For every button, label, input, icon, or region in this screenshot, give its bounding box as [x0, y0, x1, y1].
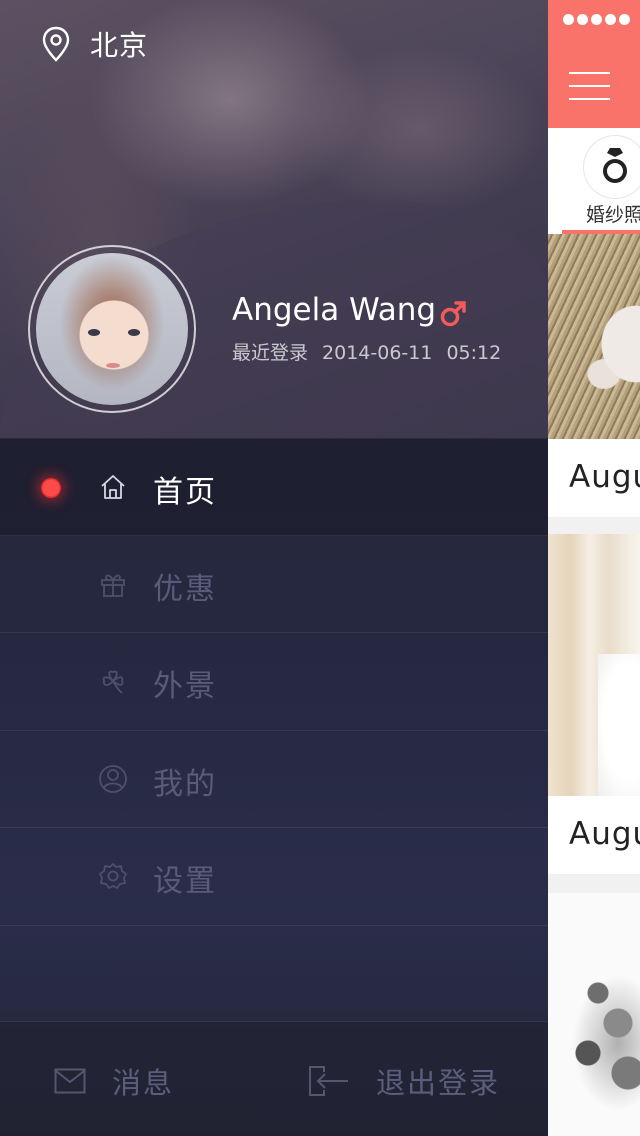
avatar-photo: [36, 253, 188, 405]
logout-label: 退出登录: [376, 1066, 501, 1100]
card-image[interactable]: [548, 893, 640, 1136]
category-tabs: 婚纱照: [548, 128, 640, 234]
avatar[interactable]: [28, 245, 196, 413]
last-login-date: 2014-06-11: [322, 342, 433, 364]
card-title[interactable]: Augu: [548, 439, 640, 517]
category-label: 婚纱照: [586, 204, 640, 226]
last-login-label: 最近登录: [232, 342, 309, 364]
card-title[interactable]: Augu: [548, 796, 640, 874]
logout-button[interactable]: 退出登录: [308, 1063, 501, 1100]
logout-icon: [309, 1066, 348, 1096]
card-image[interactable]: [548, 534, 640, 824]
card-image[interactable]: [548, 234, 640, 439]
user-icon: [99, 764, 127, 793]
menu-item-home[interactable]: 首页: [0, 438, 548, 536]
signal-strength-icon: [563, 14, 630, 25]
user-name: Angela Wang: [232, 292, 437, 328]
card-title-text: Augu: [569, 816, 640, 852]
menu-hamburger-icon[interactable]: [569, 72, 610, 102]
category-tab-wedding-photos[interactable]: [584, 136, 640, 198]
male-symbol-icon: [440, 301, 466, 327]
menu-item-offers[interactable]: 优惠: [0, 536, 548, 633]
location-label: 北京: [90, 29, 149, 62]
drawer-footer: 消息 退出登录: [0, 1021, 548, 1136]
menu-item-label: 我的: [153, 766, 217, 802]
messages-button[interactable]: 消息: [54, 1063, 175, 1100]
clover-icon: [102, 670, 124, 694]
location-selector[interactable]: 北京: [42, 26, 148, 62]
menu-item-label: 优惠: [153, 571, 217, 607]
menu-item-outdoor[interactable]: 外景: [0, 633, 548, 731]
main-content-panel[interactable]: 婚纱照 Augu Augu: [548, 0, 640, 1136]
location-pin-icon: [42, 26, 70, 62]
active-indicator-dot: [41, 478, 61, 498]
last-login-info: 最近登录 2014-06-11 05:12: [232, 338, 501, 365]
side-drawer: 北京 Angela Wang 最近登录 2014-06-11 05:12 首页 优惠: [0, 0, 548, 1136]
home-icon: [101, 475, 125, 499]
drawer-menu: 首页 优惠 外景 我的 设置: [0, 438, 548, 926]
mail-icon: [54, 1068, 86, 1094]
last-login-time: 05:12: [446, 342, 502, 364]
gift-icon: [101, 574, 125, 597]
messages-label: 消息: [112, 1066, 175, 1100]
menu-item-label: 首页: [153, 475, 217, 510]
menu-item-mine[interactable]: 我的: [0, 731, 548, 828]
menu-item-settings[interactable]: 设置: [0, 828, 548, 926]
gear-icon: [99, 863, 127, 889]
menu-item-label: 外景: [153, 669, 217, 704]
ring-icon: [603, 148, 627, 183]
card-title-text: Augu: [569, 459, 640, 495]
menu-item-label: 设置: [153, 864, 217, 899]
top-bar: [548, 0, 640, 128]
